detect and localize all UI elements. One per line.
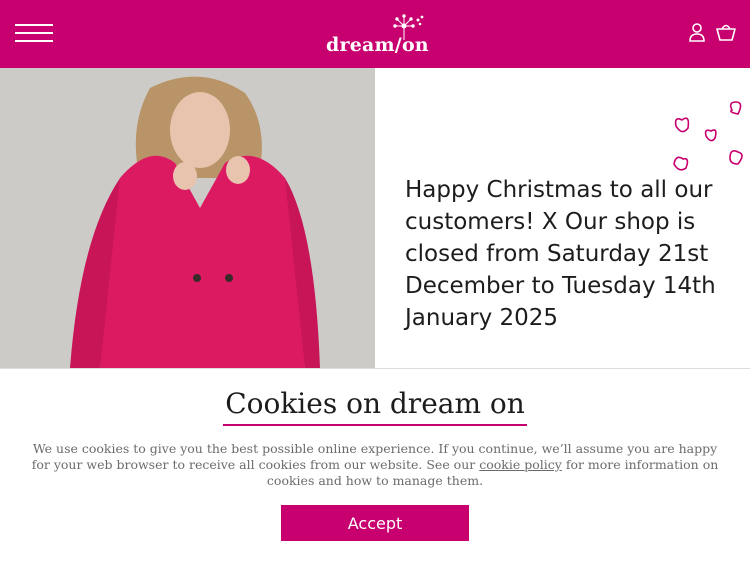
cookie-banner: Cookies on dream on We use cookies to gi…	[0, 368, 750, 564]
cookie-banner-title: Cookies on dream on	[0, 387, 750, 426]
announcement-panel: Happy Christmas to all our customers! X …	[375, 68, 750, 368]
cookie-policy-link[interactable]: cookie policy	[479, 457, 562, 472]
logo-text: dream/on	[326, 34, 429, 56]
holiday-closure-message: Happy Christmas to all our customers! X …	[405, 177, 716, 331]
hero-image	[0, 68, 375, 368]
basket-icon[interactable]	[716, 22, 736, 42]
accept-cookies-button[interactable]: Accept	[281, 505, 469, 541]
site-header: dream/on	[0, 0, 750, 68]
cookie-title-text: Cookies on dream on	[223, 387, 527, 426]
account-icon[interactable]	[688, 22, 706, 42]
cookie-banner-text: We use cookies to give you the best poss…	[24, 441, 726, 489]
menu-icon[interactable]	[15, 22, 53, 44]
logo[interactable]: dream/on	[318, 14, 438, 58]
header-actions	[688, 22, 736, 42]
model-in-pink-coat-image	[0, 68, 375, 368]
